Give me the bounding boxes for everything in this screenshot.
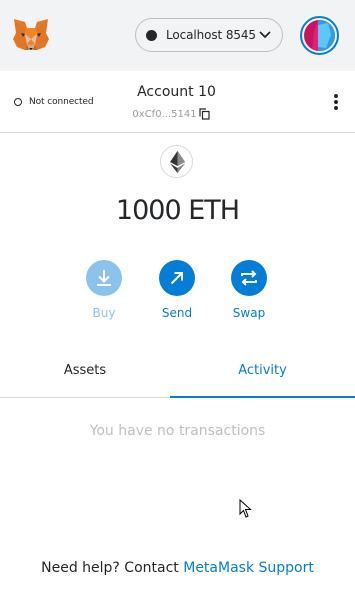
tab-activity[interactable]: Activity: [170, 350, 355, 398]
status-dot: [14, 98, 22, 106]
buy-label: Buy: [92, 306, 116, 320]
network-status-dot: [146, 29, 157, 41]
tab-assets[interactable]: Assets: [0, 350, 170, 398]
help-footer: Need help? Contact MetaMask Support: [0, 560, 355, 576]
diagonal-arrow-icon: [170, 272, 183, 285]
help-text: Need help? Contact: [41, 560, 179, 576]
swap-arrows-icon: [241, 270, 257, 286]
connection-status-text: Not connected: [29, 97, 94, 107]
buy-icon-circle: [86, 260, 122, 296]
network-selector[interactable]: Localhost 8545: [135, 18, 283, 52]
account-identicon: [304, 20, 335, 51]
account-address-copy[interactable]: 0xCf0...5141: [131, 108, 211, 120]
balance-display: 1000 ETH: [0, 195, 355, 226]
swap-icon-circle: [231, 260, 267, 296]
chevron-down-icon: [259, 31, 271, 38]
empty-activity-message: You have no transactions: [89, 423, 266, 439]
copy-icon: [198, 108, 210, 120]
tab-bar: Assets Activity: [0, 350, 355, 398]
account-address: 0xCf0...5141: [132, 108, 197, 120]
buy-button[interactable]: Buy: [79, 260, 129, 320]
send-label: Send: [161, 306, 193, 320]
network-name: Localhost 8545: [166, 28, 256, 42]
ethereum-icon: [160, 145, 193, 178]
swap-label: Swap: [232, 306, 266, 320]
balance-symbol: ETH: [188, 195, 240, 226]
account-name: Account 10: [137, 84, 216, 100]
send-icon-circle: [159, 260, 195, 296]
send-button[interactable]: Send: [152, 260, 202, 320]
account-bar: Not connected Account 10 0xCf0...5141: [0, 71, 355, 133]
download-arrow-icon: [97, 270, 111, 286]
metamask-fox-icon[interactable]: [12, 17, 50, 53]
mouse-pointer-icon: [239, 499, 252, 518]
swap-button[interactable]: Swap: [224, 260, 274, 320]
connection-status[interactable]: Not connected: [14, 97, 94, 107]
kebab-menu-icon[interactable]: [330, 94, 342, 112]
metamask-support-link[interactable]: MetaMask Support: [183, 560, 314, 576]
balance-amount: 1000: [115, 195, 182, 226]
app-header: Localhost 8545: [0, 0, 355, 71]
account-avatar[interactable]: [300, 16, 339, 55]
